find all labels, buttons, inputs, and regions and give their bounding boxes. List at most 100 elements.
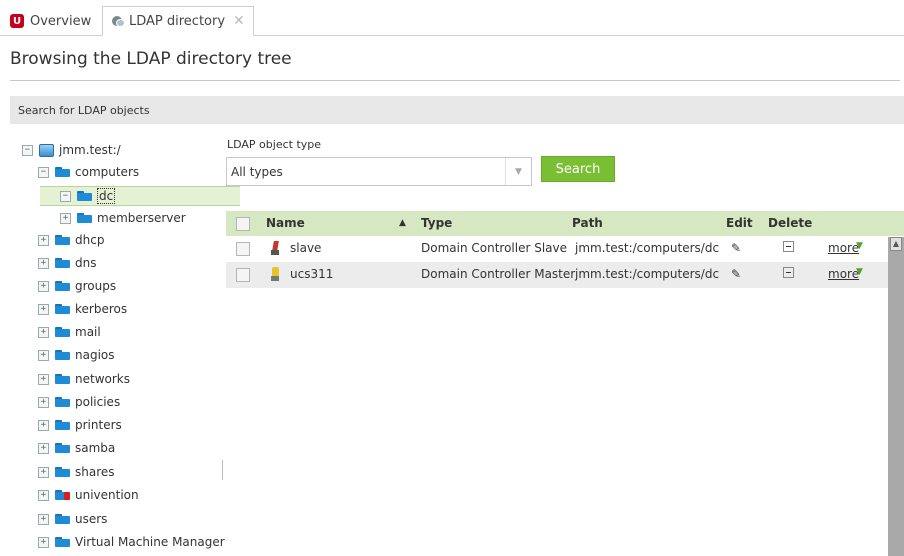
column-name[interactable]: Name [266,216,305,230]
tree-item-computers[interactable]: − computers [38,161,139,183]
tab-overview[interactable]: U Overview [2,6,100,36]
expand-icon[interactable]: + [38,442,49,454]
tree-item-label: networks [75,372,130,386]
tree-item-users[interactable]: + users [38,508,107,530]
folder-icon [55,281,70,291]
grid-header: Name ▲ Type Path Edit Delete [226,211,904,236]
expand-icon[interactable]: + [60,212,71,224]
expand-icon[interactable]: + [38,489,49,501]
edit-pencil-icon[interactable]: ✎ [731,241,741,255]
expand-icon[interactable]: + [38,280,49,292]
delete-icon[interactable] [783,241,794,252]
more-menu[interactable]: more [828,241,859,255]
scroll-up-button[interactable]: ▲ [890,237,902,251]
folder-icon [55,350,70,360]
expand-icon[interactable]: + [38,234,49,246]
vertical-scrollbar[interactable] [888,237,904,556]
univention-folder-icon [55,490,70,500]
folder-icon [77,213,92,223]
expand-icon[interactable]: + [38,326,49,338]
more-menu[interactable]: more [828,267,859,281]
tree-item-memberserver[interactable]: + memberserver [60,207,186,229]
object-type-label: LDAP object type [227,138,322,151]
tree-item-policies[interactable]: + policies [38,391,120,413]
object-type-select[interactable]: All types ▼ [226,157,532,186]
row-path: jmm.test:/computers/dc [575,241,720,255]
select-all-checkbox[interactable] [236,217,250,231]
expand-icon[interactable]: + [38,536,49,548]
folder-icon [55,167,70,177]
column-edit: Edit [726,216,753,230]
column-type[interactable]: Type [421,216,452,230]
tree-item-virtual-machine-manager[interactable]: + Virtual Machine Manager [38,531,225,553]
collapse-icon[interactable]: − [60,190,71,202]
close-icon[interactable]: ✕ [233,13,245,29]
domain-controller-master-icon [271,267,280,282]
tree-item-label: dc [97,188,116,204]
expand-icon[interactable]: + [38,513,49,525]
results-grid: Name ▲ Type Path Edit Delete slave Domai… [226,211,904,556]
tree-item-dhcp[interactable]: + dhcp [38,229,104,251]
table-row[interactable]: slave Domain Controller Slave jmm.test:/… [226,236,888,262]
row-type: Domain Controller Slave [421,241,568,255]
tree-item-networks[interactable]: + networks [38,368,130,390]
tree-item-label: users [75,512,108,526]
sort-ascending-icon[interactable]: ▲ [399,218,406,228]
tree-item-mail[interactable]: + mail [38,321,101,343]
caret-down-icon[interactable]: ▼ [856,267,863,277]
univention-logo-icon: U [10,14,24,28]
tab-bar: U Overview LDAP directory ✕ [0,0,904,36]
object-type-value: All types [231,164,283,179]
expand-icon[interactable]: + [38,303,49,315]
expand-icon[interactable]: + [38,373,49,385]
chevron-down-icon[interactable]: ▼ [505,158,531,185]
row-checkbox[interactable] [236,268,250,282]
domain-controller-slave-icon [271,241,280,256]
section-header: Search for LDAP objects [10,96,904,124]
tree-item-univention[interactable]: + univention [38,484,139,506]
tab-ldap-directory[interactable]: LDAP directory ✕ [102,6,254,36]
tree-item-label: shares [75,465,115,479]
tree-item-groups[interactable]: + groups [38,275,116,297]
tree-item-label: memberserver [97,211,186,225]
expand-icon[interactable]: + [38,257,49,269]
expand-icon[interactable]: + [38,349,49,361]
tree-item-shares[interactable]: + shares [38,461,115,483]
pane-splitter[interactable] [222,460,223,480]
collapse-icon[interactable]: − [22,144,33,156]
column-delete: Delete [768,216,813,230]
folder-icon [55,258,70,268]
tree-item-label: computers [75,165,140,179]
tab-overview-label: Overview [30,13,92,29]
row-checkbox[interactable] [236,242,250,256]
expand-icon[interactable]: + [38,419,49,431]
tab-ldap-label: LDAP directory [129,13,226,29]
tree-item-nagios[interactable]: + nagios [38,344,115,366]
tree-item-label: nagios [75,348,115,362]
tree-item-label: jmm.test:/ [59,143,121,157]
delete-icon[interactable] [783,267,794,278]
column-path[interactable]: Path [572,216,603,230]
tree-item-label: dhcp [75,233,105,247]
search-button[interactable]: Search [541,156,615,182]
page-title: Browsing the LDAP directory tree [10,49,292,69]
collapse-icon[interactable]: − [38,166,49,178]
tree-item-printers[interactable]: + printers [38,414,122,436]
expand-icon[interactable]: + [38,396,49,408]
row-name[interactable]: ucs311 [290,267,333,281]
expand-icon[interactable]: + [38,466,49,478]
tree-item-label: printers [75,418,122,432]
folder-icon [55,304,70,314]
tree-item-root[interactable]: − jmm.test:/ [22,139,121,161]
tree-item-dns[interactable]: + dns [38,252,96,274]
table-row[interactable]: ucs311 Domain Controller Master jmm.test… [226,262,888,288]
edit-pencil-icon[interactable]: ✎ [731,267,741,281]
tree-item-kerberos[interactable]: + kerberos [38,298,127,320]
row-name[interactable]: slave [290,241,321,255]
caret-down-icon[interactable]: ▼ [856,241,863,251]
tree-item-samba[interactable]: + samba [38,437,115,459]
tree-item-dc[interactable]: − dc [60,185,116,207]
folder-icon [55,397,70,407]
tree-item-label: mail [75,325,101,339]
tree-item-label: univention [75,488,139,502]
